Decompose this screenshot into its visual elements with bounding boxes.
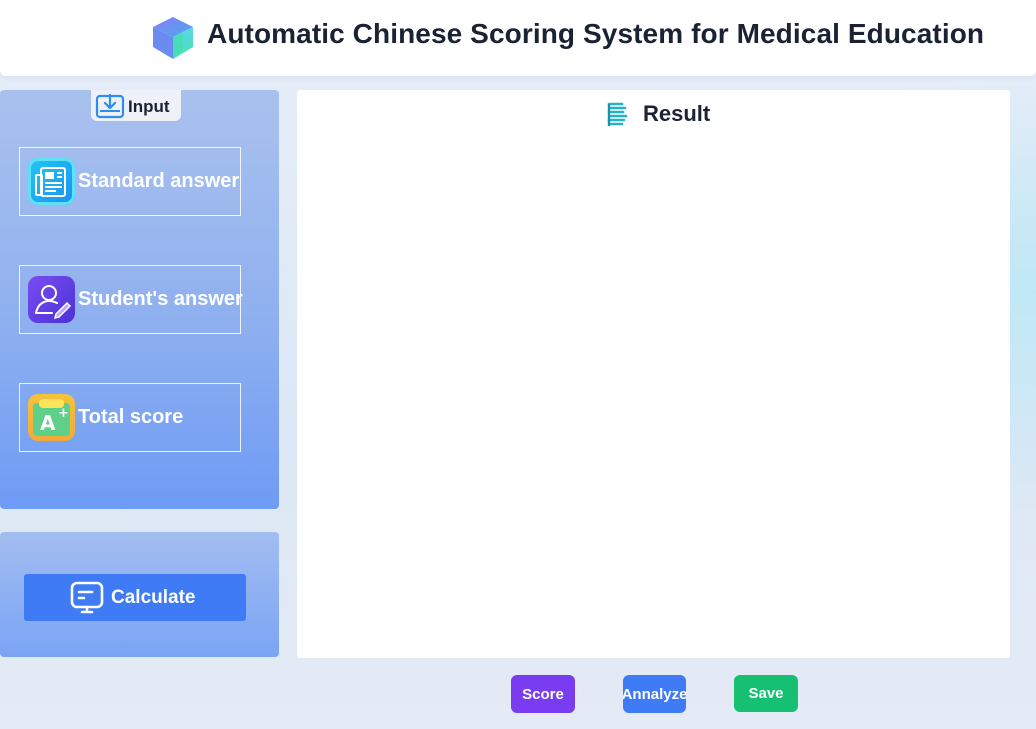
cube-logo-icon: [153, 17, 193, 59]
result-stripes-icon: [607, 102, 628, 126]
analyze-button[interactable]: Annalyze: [623, 675, 686, 713]
students-answer-button[interactable]: Student's answer: [19, 265, 243, 334]
svg-text:A: A: [40, 411, 56, 435]
input-tab: Input: [91, 90, 181, 121]
svg-text:+: +: [58, 406, 69, 421]
calculate-panel: Calculate: [0, 532, 279, 657]
standard-answer-label: Standard answer: [78, 170, 240, 192]
total-score-button[interactable]: A + Total score: [19, 383, 241, 452]
app-header: Automatic Chinese Scoring System for Med…: [0, 0, 1036, 76]
save-button[interactable]: Save: [734, 675, 798, 712]
download-tray-icon: [95, 93, 125, 119]
user-edit-icon: [28, 276, 75, 323]
input-panel: Input Standard answer Student's answer A…: [0, 90, 279, 509]
standard-answer-button[interactable]: Standard answer: [19, 147, 241, 216]
calculate-button[interactable]: Calculate: [24, 574, 246, 621]
total-score-label: Total score: [78, 406, 184, 428]
result-panel: Result: [297, 90, 1010, 658]
grade-a-plus-icon: A +: [28, 394, 75, 441]
newspaper-icon: [28, 158, 75, 205]
monitor-icon: [70, 581, 104, 614]
input-tab-label: Input: [128, 97, 170, 116]
result-title: Result: [643, 101, 711, 126]
app-title: Automatic Chinese Scoring System for Med…: [207, 18, 985, 49]
score-button[interactable]: Score: [511, 675, 575, 713]
students-answer-label: Student's answer: [78, 288, 243, 310]
calculate-label: Calculate: [111, 587, 196, 608]
